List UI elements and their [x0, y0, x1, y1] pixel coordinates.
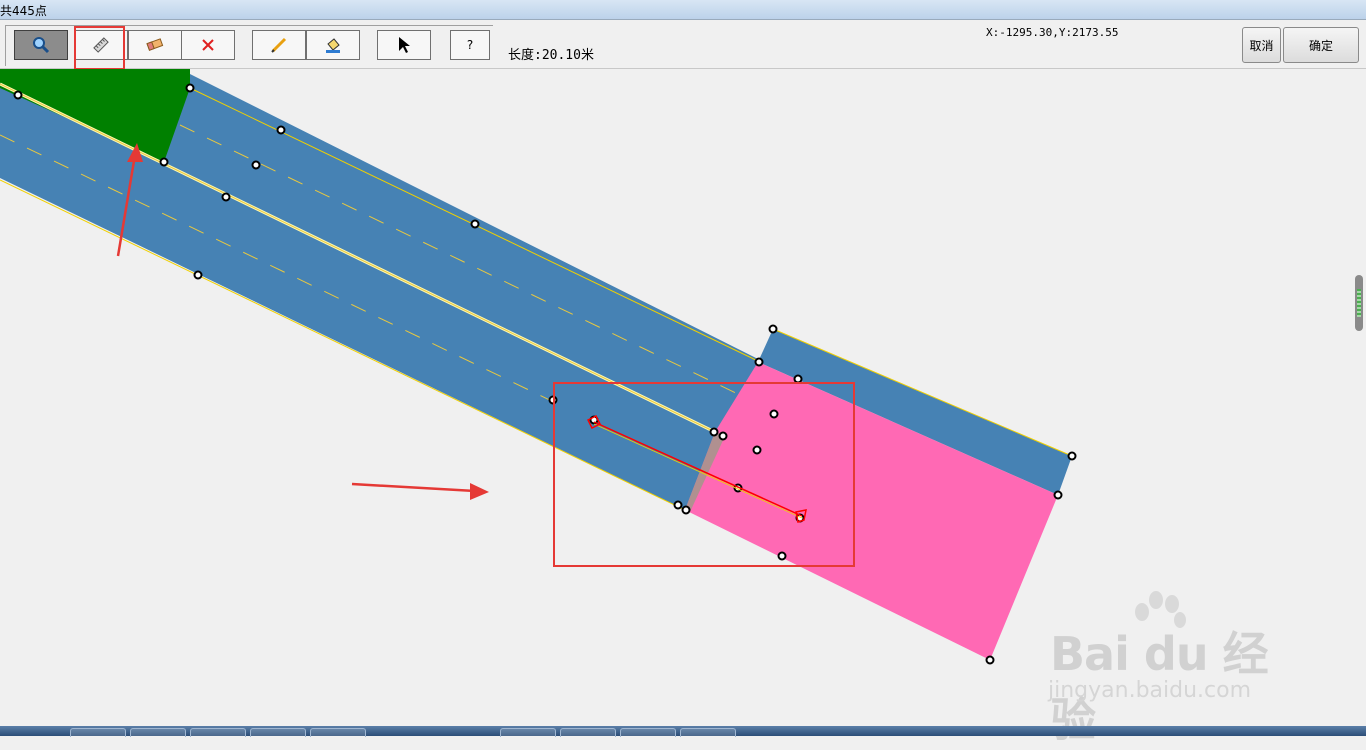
zoom-button[interactable] — [14, 30, 68, 60]
vertex-point — [159, 157, 169, 167]
vertex-point — [185, 83, 195, 93]
delete-button[interactable] — [181, 30, 235, 60]
taskbar — [0, 726, 1366, 737]
vertex-point — [718, 431, 728, 441]
magnifier-icon — [32, 36, 50, 54]
draw-button[interactable] — [252, 30, 306, 60]
vertex-point — [768, 324, 778, 334]
fill-bucket-icon — [324, 36, 342, 54]
vertex-point — [681, 505, 691, 515]
title-bar: 共445点 — [0, 0, 1366, 20]
vertex-point — [769, 409, 779, 419]
coordinate-readout: X:-1295.30,Y:2173.55 — [986, 26, 1119, 39]
vertex-point — [752, 445, 762, 455]
arrow-cursor-icon — [397, 36, 411, 54]
vertex-point — [251, 160, 261, 170]
vertex-point — [777, 551, 787, 561]
pencil-icon — [270, 36, 288, 54]
watermark: Bai du 经验 jingyan.baidu.com — [1040, 590, 1310, 747]
center-line-inner — [0, 83, 716, 433]
vertex-point — [1053, 490, 1063, 500]
measure-button[interactable] — [74, 30, 128, 60]
window-title: 共445点 — [0, 4, 47, 18]
eraser-button[interactable] — [128, 30, 182, 60]
ok-button[interactable]: 确定 — [1283, 27, 1359, 63]
vertex-point — [793, 374, 803, 384]
select-button[interactable] — [377, 30, 431, 60]
scrollbar-thumb[interactable] — [1355, 275, 1363, 331]
measure-length-text: 长度:20.10米 — [508, 48, 594, 63]
red-x-icon — [201, 38, 215, 52]
vertex-point — [1067, 451, 1077, 461]
vertex-point — [193, 270, 203, 280]
vertex-point — [276, 125, 286, 135]
fill-button[interactable] — [306, 30, 360, 60]
help-label: ? — [466, 38, 474, 52]
ruler-icon — [92, 36, 110, 54]
watermark-url: jingyan.baidu.com — [1048, 678, 1252, 703]
vertex-point — [673, 500, 683, 510]
eraser-icon — [145, 37, 165, 53]
vertex-point — [470, 219, 480, 229]
vertex-point — [709, 427, 719, 437]
annotation-arrow-right — [351, 482, 489, 500]
vertex-point — [13, 90, 23, 100]
cancel-button[interactable]: 取消 — [1242, 27, 1281, 63]
vertex-point — [754, 357, 764, 367]
vertex-point — [985, 655, 995, 665]
toolbar: ? — [0, 20, 1366, 70]
vertex-point — [221, 192, 231, 202]
help-button[interactable]: ? — [450, 30, 490, 60]
